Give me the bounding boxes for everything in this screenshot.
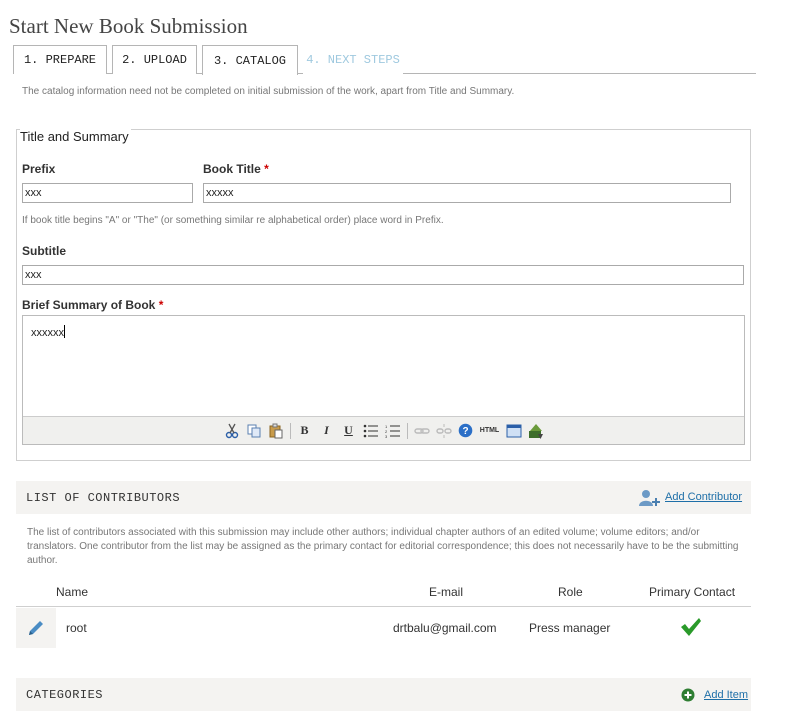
summary-editor[interactable]: xxxxxx B I U 123 ? HTML	[22, 315, 745, 445]
editor-toolbar: B I U 123 ? HTML	[23, 416, 744, 444]
categories-header-bar: CATEGORIES Add Item	[16, 678, 751, 711]
underline-icon[interactable]: U	[338, 420, 360, 442]
unlink-icon[interactable]	[433, 420, 455, 442]
column-header-primary-contact[interactable]: Primary Contact	[649, 585, 735, 599]
title-summary-legend: Title and Summary	[20, 129, 131, 144]
column-header-name[interactable]: Name	[56, 585, 88, 599]
numbered-list-icon[interactable]: 123	[382, 420, 404, 442]
required-marker: *	[264, 162, 269, 176]
link-icon[interactable]	[411, 420, 433, 442]
contributor-name: root	[66, 621, 87, 635]
prefix-hint: If book title begins "A" or "The" (or so…	[22, 215, 444, 226]
table-header-divider	[16, 606, 751, 607]
summary-editor-text[interactable]: xxxxxx	[31, 325, 65, 339]
add-contributor-link[interactable]: Add Contributor	[665, 491, 742, 503]
image-upload-icon[interactable]	[525, 420, 547, 442]
tab-next-steps: 4. NEXT STEPS	[303, 45, 403, 74]
add-item-icon[interactable]	[681, 688, 695, 707]
svg-text:?: ?	[462, 426, 468, 437]
cut-icon[interactable]	[221, 420, 243, 442]
paste-icon[interactable]	[265, 420, 287, 442]
tab-prepare[interactable]: 1. PREPARE	[13, 45, 107, 74]
text-caret	[64, 325, 65, 338]
primary-contact-check-icon	[680, 617, 702, 642]
help-icon[interactable]: ?	[455, 420, 477, 442]
add-user-icon[interactable]	[639, 489, 661, 512]
summary-label: Brief Summary of Book *	[22, 298, 164, 312]
contributors-title: LIST OF CONTRIBUTORS	[26, 491, 181, 505]
bold-icon[interactable]: B	[294, 420, 316, 442]
pencil-icon	[29, 621, 43, 635]
copy-icon[interactable]	[243, 420, 265, 442]
add-item-link[interactable]: Add Item	[704, 689, 748, 701]
wizard-tabs: 1. PREPARE 2. UPLOAD 3. CATALOG 4. NEXT …	[13, 45, 756, 75]
contributors-header-bar: LIST OF CONTRIBUTORS Add Contributor	[16, 481, 751, 514]
column-header-role[interactable]: Role	[558, 585, 583, 599]
catalog-intro: The catalog information need not be comp…	[22, 86, 515, 97]
toolbar-separator	[289, 422, 291, 439]
book-title-input[interactable]	[203, 183, 731, 203]
toolbar-separator	[406, 422, 408, 439]
categories-title: CATEGORIES	[26, 688, 104, 702]
required-marker: *	[158, 298, 164, 312]
bullet-list-icon[interactable]	[360, 420, 382, 442]
html-icon[interactable]: HTML	[477, 420, 503, 442]
contributors-description: The list of contributors associated with…	[27, 527, 739, 566]
contributor-role: Press manager	[529, 621, 611, 635]
book-title-label: Book Title *	[203, 162, 269, 176]
prefix-input[interactable]	[22, 183, 193, 203]
prefix-label: Prefix	[22, 162, 56, 176]
column-header-email[interactable]: E-mail	[429, 585, 463, 599]
italic-icon[interactable]: I	[316, 420, 338, 442]
fullscreen-icon[interactable]	[503, 420, 525, 442]
tab-catalog[interactable]: 3. CATALOG	[202, 45, 298, 75]
subtitle-input[interactable]	[22, 265, 744, 285]
subtitle-label: Subtitle	[22, 244, 66, 258]
tab-upload[interactable]: 2. UPLOAD	[112, 45, 197, 74]
contributor-email: drtbalu@gmail.com	[393, 621, 497, 635]
edit-row-button[interactable]	[16, 608, 56, 648]
page-title: Start New Book Submission	[9, 14, 248, 38]
svg-text:3: 3	[385, 434, 388, 438]
